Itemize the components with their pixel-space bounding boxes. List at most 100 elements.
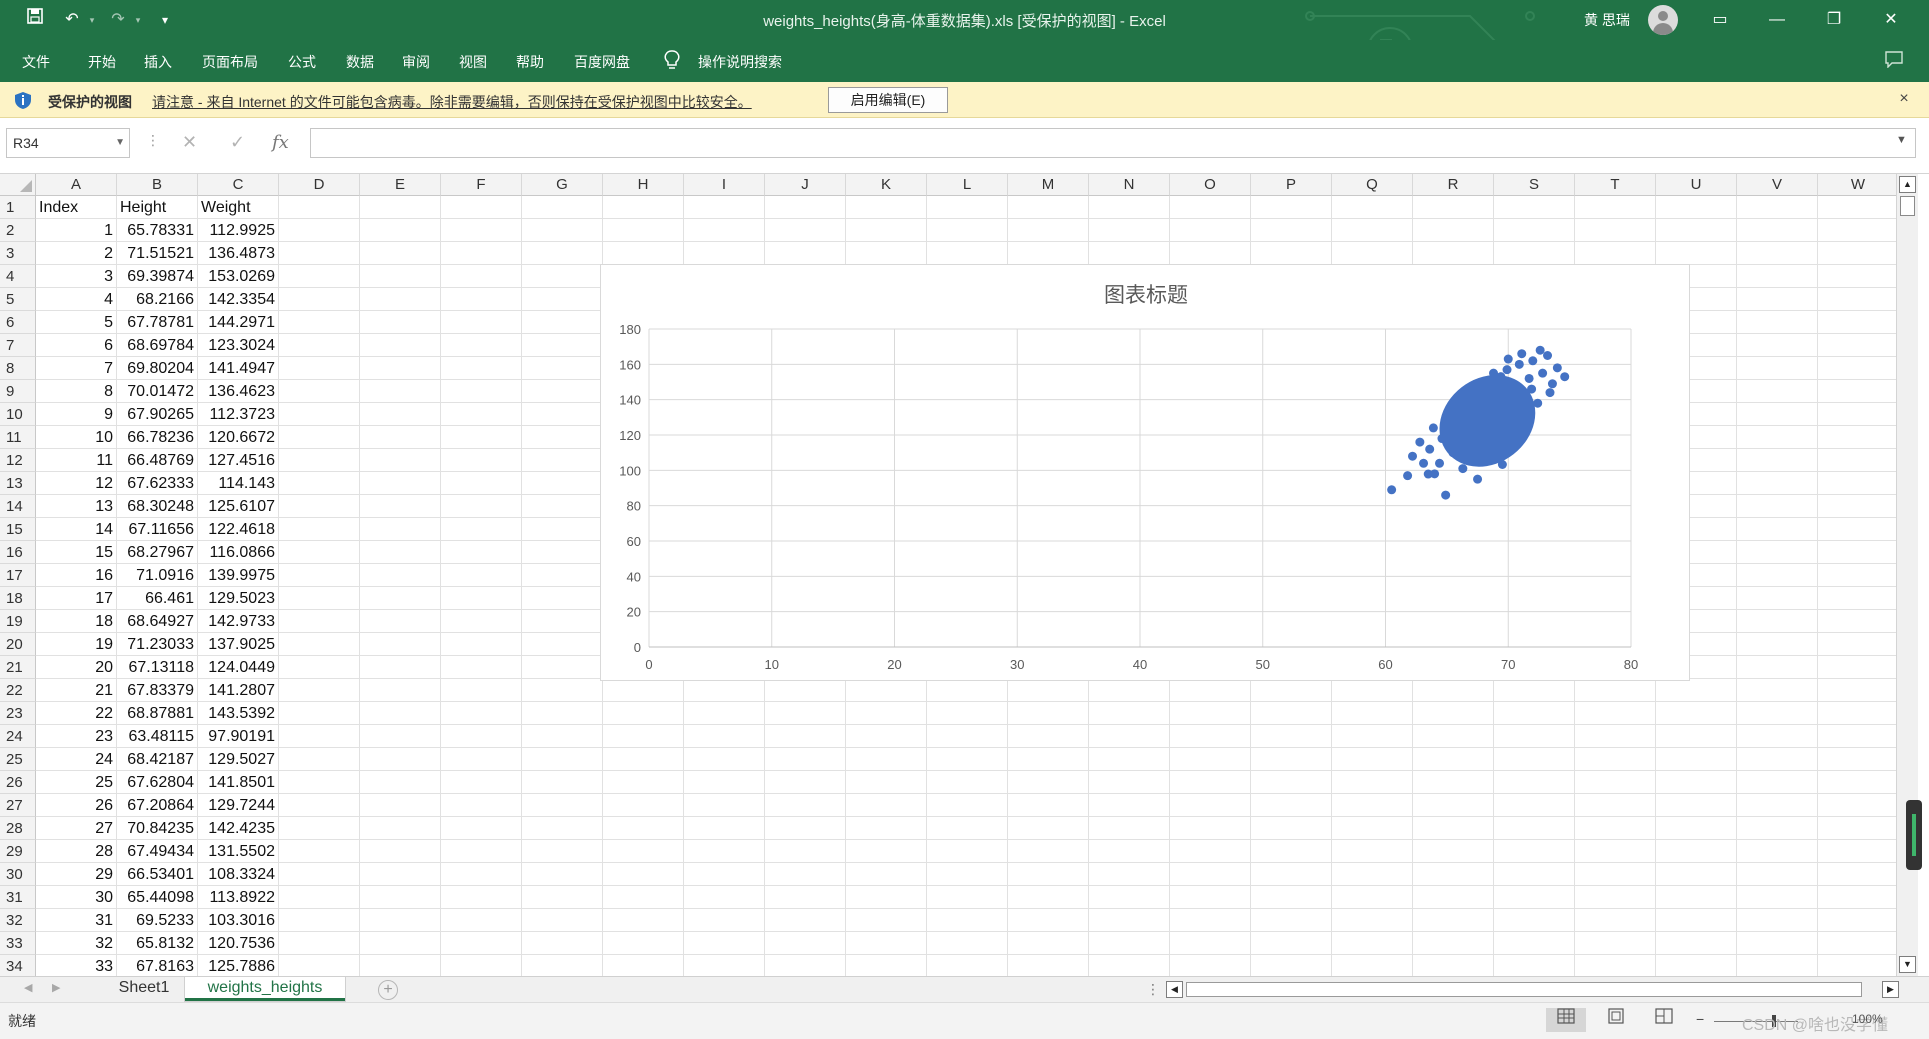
row-header[interactable]: 20	[0, 633, 36, 656]
table-cell[interactable]: 122.4618	[198, 518, 278, 541]
table-cell[interactable]: 8	[36, 380, 116, 403]
column-header[interactable]: P	[1251, 174, 1332, 196]
column-header[interactable]: E	[360, 174, 441, 196]
column-header[interactable]: C	[198, 174, 279, 196]
column-header[interactable]: S	[1494, 174, 1575, 196]
column-header[interactable]: V	[1737, 174, 1818, 196]
close-window-icon[interactable]: ✕	[1871, 6, 1911, 34]
table-cell[interactable]: 68.2166	[117, 288, 197, 311]
row-header[interactable]: 8	[0, 357, 36, 380]
column-header[interactable]: F	[441, 174, 522, 196]
table-cell[interactable]: 12	[36, 472, 116, 495]
row-header[interactable]: 18	[0, 587, 36, 610]
table-cell[interactable]: 15	[36, 541, 116, 564]
column-header[interactable]: T	[1575, 174, 1656, 196]
undo-dropdown-icon[interactable]: ▾	[86, 8, 98, 32]
table-cell[interactable]: 16	[36, 564, 116, 587]
row-header[interactable]: 16	[0, 541, 36, 564]
table-cell[interactable]: 67.90265	[117, 403, 197, 426]
restore-icon[interactable]: ❐	[1814, 6, 1854, 34]
table-cell[interactable]: 67.20864	[117, 794, 197, 817]
column-header[interactable]: R	[1413, 174, 1494, 196]
table-cell[interactable]: 3	[36, 265, 116, 288]
row-header[interactable]: 7	[0, 334, 36, 357]
row-header[interactable]: 10	[0, 403, 36, 426]
table-cell[interactable]: 123.3024	[198, 334, 278, 357]
table-cell[interactable]: 71.23033	[117, 633, 197, 656]
tab-baidu-netdisk[interactable]: 百度网盘	[574, 52, 630, 72]
table-cell[interactable]: 129.5027	[198, 748, 278, 771]
table-cell[interactable]: Weight	[198, 196, 278, 219]
tell-me-search[interactable]: 操作说明搜索	[698, 52, 782, 72]
row-header[interactable]: 28	[0, 817, 36, 840]
table-cell[interactable]: 68.27967	[117, 541, 197, 564]
column-header[interactable]: Q	[1332, 174, 1413, 196]
table-cell[interactable]: 2	[36, 242, 116, 265]
redo-dropdown-icon[interactable]: ▾	[132, 8, 144, 32]
horizontal-scrollbar[interactable]: ◀ ▶	[1166, 981, 1906, 999]
redo-icon[interactable]: ↷	[104, 8, 132, 32]
table-cell[interactable]: 112.3723	[198, 403, 278, 426]
undo-icon[interactable]: ↶	[58, 8, 86, 32]
table-cell[interactable]: 17	[36, 587, 116, 610]
row-header[interactable]: 30	[0, 863, 36, 886]
table-cell[interactable]: 68.30248	[117, 495, 197, 518]
table-cell[interactable]: 27	[36, 817, 116, 840]
row-header[interactable]: 4	[0, 265, 36, 288]
table-cell[interactable]: 142.9733	[198, 610, 278, 633]
protected-view-message[interactable]: 请注意 - 来自 Internet 的文件可能包含病毒。除非需要编辑，否则保持在…	[152, 92, 752, 112]
table-cell[interactable]: 68.42187	[117, 748, 197, 771]
table-cell[interactable]: 103.3016	[198, 909, 278, 932]
table-cell[interactable]: 124.0449	[198, 656, 278, 679]
column-header[interactable]: B	[117, 174, 198, 196]
table-cell[interactable]: 153.0269	[198, 265, 278, 288]
row-header[interactable]: 22	[0, 679, 36, 702]
table-cell[interactable]: 13	[36, 495, 116, 518]
table-cell[interactable]: 10	[36, 426, 116, 449]
table-cell[interactable]: 69.80204	[117, 357, 197, 380]
tab-page-layout[interactable]: 页面布局	[202, 52, 258, 72]
tab-review[interactable]: 审阅	[402, 52, 430, 72]
table-cell[interactable]: 141.8501	[198, 771, 278, 794]
table-cell[interactable]: 26	[36, 794, 116, 817]
table-cell[interactable]: 143.5392	[198, 702, 278, 725]
tab-view[interactable]: 视图	[459, 52, 487, 72]
table-cell[interactable]: 4	[36, 288, 116, 311]
customize-qat-icon[interactable]: ▾	[154, 8, 176, 32]
insert-function-icon[interactable]: fx	[272, 132, 289, 153]
cancel-icon[interactable]: ✕	[182, 132, 197, 153]
page-layout-view-icon[interactable]	[1596, 1008, 1636, 1032]
save-icon[interactable]	[22, 8, 48, 32]
page-break-view-icon[interactable]	[1644, 1008, 1684, 1032]
tab-file[interactable]: 文件	[22, 52, 50, 72]
column-header[interactable]: O	[1170, 174, 1251, 196]
table-cell[interactable]: 113.8922	[198, 886, 278, 909]
lightbulb-icon[interactable]	[664, 50, 680, 75]
table-cell[interactable]: 29	[36, 863, 116, 886]
table-cell[interactable]: 11	[36, 449, 116, 472]
table-cell[interactable]: 14	[36, 518, 116, 541]
table-cell[interactable]: 66.53401	[117, 863, 197, 886]
zoom-level[interactable]: 100%	[1852, 1012, 1883, 1026]
table-cell[interactable]: 139.9975	[198, 564, 278, 587]
minimize-icon[interactable]: —	[1757, 6, 1797, 34]
ribbon-display-options-icon[interactable]: ▭	[1700, 6, 1740, 34]
column-header[interactable]: K	[846, 174, 927, 196]
row-header[interactable]: 23	[0, 702, 36, 725]
table-cell[interactable]: 23	[36, 725, 116, 748]
table-cell[interactable]: 116.0866	[198, 541, 278, 564]
sheet-tab-sheet1[interactable]: Sheet1	[104, 977, 184, 1001]
table-cell[interactable]: 66.461	[117, 587, 197, 610]
tab-home[interactable]: 开始	[88, 52, 116, 72]
row-header[interactable]: 1	[0, 196, 36, 219]
tab-split-handle-icon[interactable]: ⋮	[1146, 981, 1160, 998]
table-cell[interactable]: 7	[36, 357, 116, 380]
table-cell[interactable]: 69.39874	[117, 265, 197, 288]
comment-icon[interactable]	[1884, 50, 1904, 71]
tab-help[interactable]: 帮助	[516, 52, 544, 72]
column-header[interactable]: A	[36, 174, 117, 196]
row-header[interactable]: 19	[0, 610, 36, 633]
table-cell[interactable]: 21	[36, 679, 116, 702]
table-cell[interactable]: 65.44098	[117, 886, 197, 909]
table-cell[interactable]: 136.4873	[198, 242, 278, 265]
